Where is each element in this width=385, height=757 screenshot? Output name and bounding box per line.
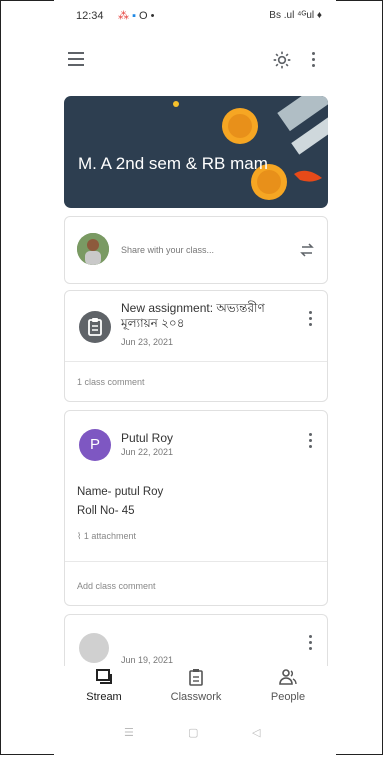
notification-icon: ⁂	[118, 10, 129, 22]
post-body-line: Roll No- 45	[77, 505, 135, 517]
nav-classwork[interactable]: Classwork	[156, 668, 236, 703]
author-name: Putul Roy	[121, 431, 174, 445]
post-body: Name- putul Roy Roll No- 45	[77, 483, 163, 521]
assignment-card[interactable]: New assignment: অভ্যন্তরীণ মূল্যায়ন ২০৪…	[64, 290, 328, 402]
home-icon[interactable]: ▢	[188, 726, 198, 739]
author-avatar: P	[79, 429, 111, 461]
user-avatar	[77, 233, 109, 265]
nav-label: Stream	[86, 691, 122, 703]
more-options-icon[interactable]	[312, 52, 316, 70]
bottom-navigation: Stream Classwork People	[54, 666, 336, 716]
share-placeholder[interactable]: Share with your class...	[121, 245, 214, 255]
notification-icon: ▪	[132, 10, 136, 22]
post-card[interactable]: P Putul Roy Jun 22, 2021 Name- putul Roy…	[64, 410, 328, 606]
post-body-line: Name- putul Roy	[77, 486, 164, 498]
author-avatar	[79, 633, 109, 663]
search-icon: Ο	[139, 10, 148, 22]
more-options-icon[interactable]	[309, 433, 313, 451]
gear-icon[interactable]	[272, 50, 292, 70]
class-title: M. A 2nd sem & RB mam	[78, 154, 268, 173]
more-options-icon[interactable]	[309, 635, 313, 653]
post-date: Jun 22, 2021	[121, 447, 174, 457]
add-class-comment[interactable]: Add class comment	[77, 581, 156, 591]
people-icon	[279, 669, 297, 685]
assignment-date: Jun 23, 2021	[121, 337, 174, 347]
dot-icon: •	[150, 10, 155, 22]
assignment-icon	[79, 311, 111, 343]
paperclip-icon: ⌇	[77, 531, 82, 541]
assignment-title[interactable]: New assignment: অভ্যন্তরীণ মূল্যায়ন ২০৪	[121, 301, 291, 331]
status-notification-icons: ⁂ ▪ Ο •	[118, 9, 155, 22]
class-banner[interactable]: M. A 2nd sem & RB mam	[64, 96, 328, 208]
attachment-count: 1 attachment	[83, 531, 136, 541]
post-date: Jun 19, 2021	[121, 655, 174, 665]
avatar-photo-shape	[77, 233, 109, 265]
menu-icon[interactable]	[68, 52, 84, 70]
status-time: 12:34	[76, 10, 104, 22]
class-comment-link[interactable]: 1 class comment	[77, 377, 145, 387]
classwork-icon	[189, 669, 203, 686]
more-options-icon[interactable]	[309, 311, 313, 329]
repost-icon[interactable]	[299, 241, 315, 259]
nav-label: Classwork	[170, 691, 222, 703]
signal-icons: Bs .ul ⁴ᴳul ♦	[269, 10, 322, 21]
banner-illustration	[173, 96, 328, 200]
stream-icon	[96, 669, 112, 684]
divider	[65, 561, 327, 562]
nav-label: People	[270, 691, 306, 703]
share-card[interactable]: Share with your class...	[64, 216, 328, 284]
nav-people[interactable]: People	[248, 668, 328, 703]
phone-screen: 12:34 ⁂ ▪ Ο • Bs .ul ⁴ᴳul ♦ M. A 2nd sem…	[54, 0, 336, 757]
app-bar	[54, 44, 336, 80]
recents-icon[interactable]: ☰	[124, 726, 134, 739]
system-navigation-bar: ☰ ▢ ◁	[54, 726, 336, 750]
nav-stream[interactable]: Stream	[64, 668, 144, 703]
status-bar: 12:34 ⁂ ▪ Ο • Bs .ul ⁴ᴳul ♦	[76, 8, 326, 26]
post-card[interactable]: Jun 19, 2021	[64, 614, 328, 666]
clipboard-icon	[88, 318, 102, 336]
back-icon[interactable]: ◁	[252, 726, 260, 739]
divider	[65, 361, 327, 362]
attachment-link[interactable]: ⌇ 1 attachment	[77, 531, 136, 542]
